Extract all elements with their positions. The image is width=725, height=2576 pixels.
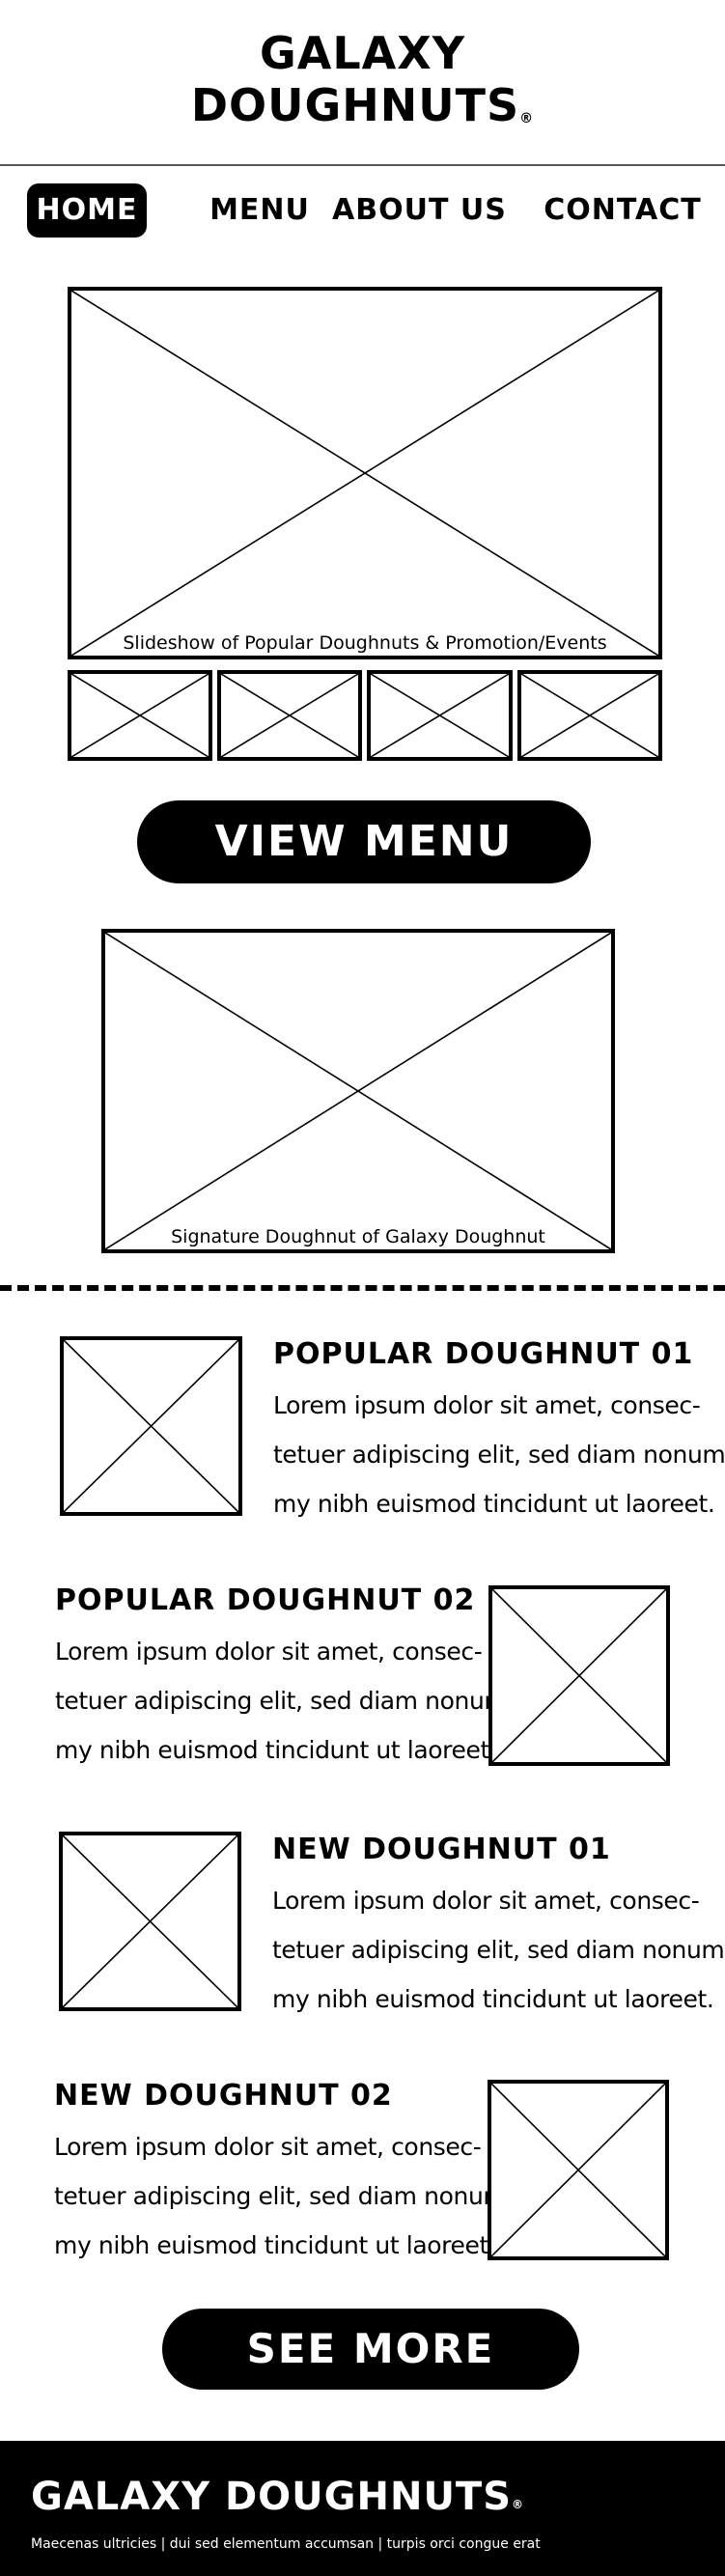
product-title-1: Popular Doughnut 01 [273, 1337, 694, 1371]
product-description-4: Lorem ipsum dolor sit amet, consec- tetu… [54, 2133, 515, 2259]
image-placeholder-icon [63, 1835, 237, 2007]
registered-mark: ® [519, 111, 535, 126]
image-placeholder-icon [491, 2084, 665, 2256]
brand-logo[interactable]: Galaxy Doughnuts® [0, 27, 725, 131]
slideshow-thumbnail-1[interactable] [68, 670, 212, 761]
image-placeholder-icon [71, 291, 658, 656]
slideshow-thumbnail-4[interactable] [517, 670, 662, 761]
hero-caption: Slideshow of Popular Doughnuts & Promoti… [123, 632, 607, 654]
product-image-2[interactable] [488, 1585, 670, 1766]
nav-item-about-us[interactable]: About Us [332, 183, 506, 238]
image-placeholder-icon [64, 1340, 238, 1512]
image-placeholder-icon [521, 674, 658, 757]
product-description-1: Lorem ipsum dolor sit amet, consec- tetu… [273, 1391, 725, 1518]
product-title-2: Popular Doughnut 02 [55, 1583, 476, 1617]
registered-mark: ® [512, 2498, 525, 2511]
signature-doughnut-image[interactable]: Signature Doughnut of Galaxy Doughnut [101, 929, 615, 1253]
image-placeholder-icon [71, 674, 209, 757]
nav-item-contact[interactable]: Contact [541, 183, 705, 238]
footer-tagline: Maecenas ultricies | dui sed elementum a… [31, 2536, 541, 2552]
hero-slideshow[interactable]: Slideshow of Popular Doughnuts & Promoti… [68, 287, 662, 659]
main-nav: Home Menu About Us Contact [0, 183, 725, 238]
footer-brand-logo[interactable]: Galaxy Doughnuts® [31, 2474, 524, 2520]
see-more-button[interactable]: See More [162, 2309, 579, 2390]
section-divider [0, 1285, 725, 1291]
slideshow-thumbnail-2[interactable] [217, 670, 362, 761]
image-placeholder-icon [371, 674, 509, 757]
product-title-4: New Doughnut 02 [54, 2079, 393, 2113]
nav-item-menu[interactable]: Menu [183, 183, 336, 238]
product-image-4[interactable] [488, 2080, 669, 2260]
product-description-3: Lorem ipsum dolor sit amet, consec- tetu… [272, 1887, 725, 2013]
product-image-3[interactable] [59, 1832, 241, 2011]
product-title-3: New Doughnut 01 [272, 1833, 611, 1866]
brand-line-2: Doughnuts® [190, 79, 535, 131]
product-description-2: Lorem ipsum dolor sit amet, consec- tetu… [55, 1638, 516, 1764]
brand-line-1: Galaxy [259, 27, 466, 79]
signature-caption: Signature Doughnut of Galaxy Doughnut [171, 1226, 545, 1247]
nav-item-home[interactable]: Home [27, 183, 147, 238]
view-menu-button[interactable]: View Menu [137, 800, 591, 883]
image-placeholder-icon [221, 674, 358, 757]
footer: Galaxy Doughnuts® Maecenas ultricies | d… [0, 2441, 725, 2576]
image-placeholder-icon [105, 933, 611, 1249]
image-placeholder-icon [492, 1589, 666, 1762]
header-divider [0, 164, 725, 166]
slideshow-thumbnail-3[interactable] [367, 670, 513, 761]
product-image-1[interactable] [60, 1336, 242, 1516]
